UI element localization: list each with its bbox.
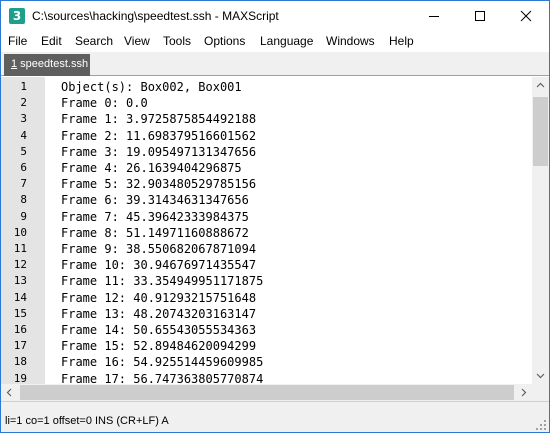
chevron-up-icon — [536, 82, 545, 88]
minimize-button[interactable] — [411, 1, 457, 31]
menu-file[interactable]: File — [8, 34, 27, 48]
editor-line[interactable]: 2 Frame 0: 0.0 — [1, 95, 532, 111]
menu-edit[interactable]: Edit — [41, 34, 62, 48]
editor-line[interactable]: 10 Frame 8: 51.14971160888672 — [1, 225, 532, 241]
editor-line[interactable]: 1 Object(s): Box002, Box001 — [1, 79, 532, 95]
menu-options[interactable]: Options — [204, 34, 245, 48]
horizontal-scrollbar[interactable] — [1, 384, 532, 401]
line-text: Frame 7: 45.39642333984375 — [61, 209, 249, 224]
line-text: Frame 10: 30.94676971435547 — [61, 258, 257, 273]
vertical-scrollbar[interactable] — [532, 77, 549, 384]
resize-grip-icon[interactable] — [535, 419, 547, 431]
editor-line[interactable]: 3 Frame 1: 3.9725875854492188 — [1, 111, 532, 127]
line-number: 14 — [13, 290, 27, 304]
line-number: 16 — [13, 323, 27, 336]
menu-tools[interactable]: Tools — [163, 34, 191, 48]
line-text: Frame 0: 0.0 — [61, 96, 148, 111]
menu-search[interactable]: Search — [75, 34, 113, 48]
line-text: Frame 1: 3.9725875854492188 — [61, 112, 257, 127]
menu-language[interactable]: Language — [260, 34, 313, 48]
line-number: 1 — [20, 80, 27, 93]
menu-view[interactable]: View — [124, 34, 150, 48]
status-text: li=1 co=1 offset=0 INS (CR+LF) A — [5, 415, 169, 427]
line-text: Frame 8: 51.14971160888672 — [61, 225, 249, 240]
line-text: Frame 17: 56.747363805770874 — [61, 371, 264, 384]
line-number: 4 — [20, 128, 27, 142]
line-text: Frame 13: 48.20743203163147 — [61, 306, 257, 321]
line-number: 9 — [20, 209, 27, 223]
editor-line[interactable]: 15 Frame 13: 48.20743203163147 — [1, 306, 532, 322]
line-number: 15 — [13, 306, 27, 320]
chevron-right-icon — [521, 388, 527, 397]
editor-line[interactable]: 9 Frame 7: 45.39642333984375 — [1, 209, 532, 225]
title-bar[interactable]: 3 C:\sources\hacking\speedtest.ssh - MAX… — [1, 1, 549, 31]
scroll-left-button[interactable] — [1, 384, 18, 401]
editor-line[interactable]: 17 Frame 15: 52.89484620094299 — [1, 338, 532, 354]
line-text: Frame 11: 33.354949951171875 — [61, 274, 264, 289]
line-text: Frame 14: 50.65543055534363 — [61, 323, 257, 337]
editor-line[interactable]: 19 Frame 17: 56.747363805770874 — [1, 371, 532, 384]
line-text: Frame 2: 11.698379516601562 — [61, 128, 257, 143]
line-text: Frame 6: 39.31434631347656 — [61, 193, 249, 208]
editor-line[interactable]: 13 Frame 11: 33.354949951171875 — [1, 273, 532, 289]
window-title: C:\sources\hacking\speedtest.ssh - MAXSc… — [32, 9, 279, 23]
line-number: 8 — [20, 193, 27, 207]
line-number: 19 — [13, 371, 27, 384]
line-number: 17 — [13, 339, 27, 353]
editor-line[interactable]: 18 Frame 16: 54.925514459609985 — [1, 354, 532, 370]
line-text: Frame 5: 32.903480529785156 — [61, 177, 257, 192]
editor-line[interactable]: 5 Frame 3: 19.095497131347656 — [1, 144, 532, 160]
menu-help[interactable]: Help — [389, 34, 414, 48]
status-bar: li=1 co=1 offset=0 INS (CR+LF) A — [1, 401, 549, 432]
tab-strip: 1 speedtest.ssh — [1, 52, 549, 76]
editor-line[interactable]: 6 Frame 4: 26.1639404296875 — [1, 160, 532, 176]
chevron-left-icon — [6, 388, 12, 397]
line-number: 3 — [20, 112, 27, 126]
vertical-scroll-thumb[interactable] — [533, 97, 548, 166]
line-number: 2 — [20, 96, 27, 110]
line-text: Frame 16: 54.925514459609985 — [61, 355, 264, 370]
scrollbar-corner — [532, 384, 549, 401]
editor-line[interactable]: 4 Frame 2: 11.698379516601562 — [1, 128, 532, 144]
line-text: Frame 3: 19.095497131347656 — [61, 144, 257, 159]
line-number: 6 — [20, 161, 27, 174]
minimize-icon — [429, 16, 439, 17]
chevron-down-icon — [536, 373, 545, 379]
line-number: 11 — [13, 242, 27, 255]
editor-line[interactable]: 11 Frame 9: 38.550682067871094 — [1, 241, 532, 257]
close-button[interactable] — [503, 1, 549, 31]
close-icon — [520, 10, 532, 22]
maximize-button[interactable] — [457, 1, 503, 31]
line-number: 12 — [13, 258, 27, 272]
line-number: 18 — [13, 355, 27, 369]
scroll-up-button[interactable] — [532, 77, 549, 94]
line-text: Frame 9: 38.550682067871094 — [61, 242, 257, 256]
line-number: 5 — [20, 144, 27, 158]
maxscript-app-icon[interactable]: 3 — [9, 8, 25, 24]
scroll-down-button[interactable] — [532, 367, 549, 384]
editor-line[interactable]: 14 Frame 12: 40.91293215751648 — [1, 290, 532, 306]
line-text: Frame 15: 52.89484620094299 — [61, 339, 257, 354]
maximize-icon — [475, 11, 485, 21]
line-text: Object(s): Box002, Box001 — [61, 80, 242, 94]
line-number: 13 — [13, 274, 27, 288]
maxscript-window: 3 C:\sources\hacking\speedtest.ssh - MAX… — [0, 0, 550, 433]
tab-speedtest[interactable]: 1 speedtest.ssh — [4, 54, 90, 76]
editor-line[interactable]: 7 Frame 5: 32.903480529785156 — [1, 176, 532, 192]
code-editor[interactable]: 1 Object(s): Box002, Box001 2 Frame 0: 0.0 3… — [1, 77, 532, 384]
tab-label: speedtest.ssh — [17, 58, 89, 70]
menu-bar: File Edit Search View Tools Options Lang… — [1, 31, 549, 52]
line-text: Frame 12: 40.91293215751648 — [61, 290, 257, 305]
editor-line[interactable]: 16 Frame 14: 50.65543055534363 — [1, 322, 532, 338]
line-text: Frame 4: 26.1639404296875 — [61, 161, 242, 175]
line-number: 10 — [13, 225, 27, 239]
horizontal-scroll-thumb[interactable] — [20, 385, 514, 400]
menu-windows[interactable]: Windows — [326, 34, 375, 48]
editor-line[interactable]: 8 Frame 6: 39.31434631347656 — [1, 192, 532, 208]
line-number: 7 — [20, 177, 27, 191]
editor-line[interactable]: 12 Frame 10: 30.94676971435547 — [1, 257, 532, 273]
scroll-right-button[interactable] — [515, 384, 532, 401]
